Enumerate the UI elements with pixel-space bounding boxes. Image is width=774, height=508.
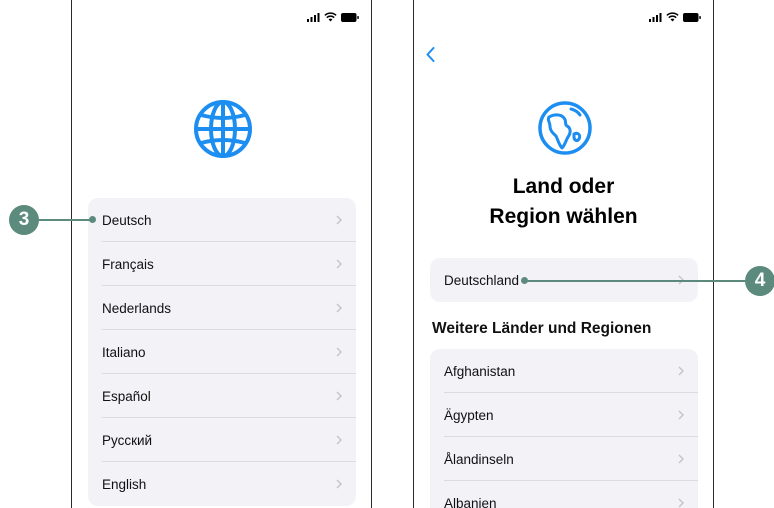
region-label: Deutschland (444, 272, 520, 288)
callout-badge-3: 3 (9, 205, 39, 235)
language-item-nederlands[interactable]: Nederlands (88, 286, 356, 330)
region-item-albanien[interactable]: Albanien (430, 481, 698, 508)
callout-dot-3 (89, 216, 96, 223)
chevron-right-icon (336, 435, 342, 445)
chevron-right-icon (678, 498, 684, 508)
language-screen: Deutsch Français Nederlands Italiano Esp… (71, 0, 372, 508)
callout-line-4 (525, 280, 750, 282)
language-label: English (102, 476, 147, 492)
callout-line-3 (38, 219, 92, 221)
globe-icon (194, 100, 252, 158)
chevron-right-icon (336, 347, 342, 357)
signal-icon (307, 12, 320, 22)
chevron-right-icon (336, 215, 342, 225)
earth-icon (538, 101, 592, 155)
language-item-english[interactable]: English (88, 462, 356, 506)
back-button[interactable] (420, 44, 440, 64)
region-item-afghanistan[interactable]: Afghanistan (430, 349, 698, 393)
chevron-right-icon (336, 479, 342, 489)
callout-badge-4: 4 (745, 266, 774, 296)
wifi-icon (324, 12, 337, 22)
chevron-right-icon (678, 454, 684, 464)
section-header: Weitere Länder und Regionen (432, 320, 652, 337)
language-label: Italiano (102, 344, 146, 360)
chevron-right-icon (678, 410, 684, 420)
region-label: Ålandinseln (444, 451, 514, 467)
chevron-right-icon (336, 259, 342, 269)
battery-icon (683, 12, 701, 22)
chevron-right-icon (336, 303, 342, 313)
language-label: Español (102, 388, 151, 404)
chevron-left-icon (426, 46, 434, 62)
region-item-aegypten[interactable]: Ägypten (430, 393, 698, 437)
region-list: Afghanistan Ägypten Ålandinseln Albanien (430, 349, 698, 508)
region-screen: Land oder Region wählen Deutschland Weit… (413, 0, 714, 508)
page-title-line1: Land oder (512, 175, 615, 198)
chevron-right-icon (336, 391, 342, 401)
language-item-russian[interactable]: Русский (88, 418, 356, 462)
region-label: Ägypten (444, 407, 494, 423)
status-bar (307, 12, 359, 22)
battery-icon (341, 12, 359, 22)
region-label: Afghanistan (444, 363, 516, 379)
language-label: Nederlands (102, 300, 172, 316)
signal-icon (649, 12, 662, 22)
language-item-italiano[interactable]: Italiano (88, 330, 356, 374)
language-label: Deutsch (102, 212, 152, 228)
chevron-right-icon (678, 366, 684, 376)
language-item-espanol[interactable]: Español (88, 374, 356, 418)
language-label: Русский (102, 432, 153, 448)
language-list: Deutsch Français Nederlands Italiano Esp… (88, 198, 356, 506)
language-item-francais[interactable]: Français (88, 242, 356, 286)
page-title-line2: Region wählen (489, 205, 638, 228)
language-item-deutsch[interactable]: Deutsch (88, 198, 356, 242)
region-label: Albanien (444, 495, 497, 508)
language-label: Français (102, 256, 154, 272)
status-bar (649, 12, 701, 22)
wifi-icon (666, 12, 679, 22)
region-item-alandinseln[interactable]: Ålandinseln (430, 437, 698, 481)
